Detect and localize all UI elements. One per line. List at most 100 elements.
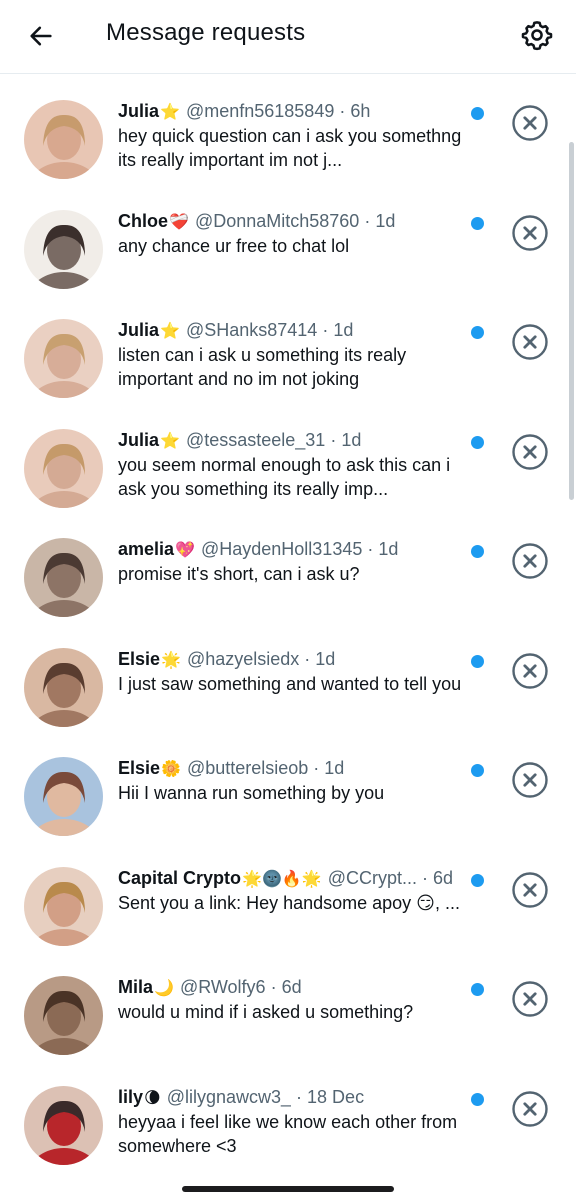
- dismiss-request-button[interactable]: [511, 433, 549, 471]
- separator-dot: ·: [367, 539, 374, 559]
- close-circle-icon: [512, 871, 548, 908]
- unread-indicator: [471, 983, 484, 996]
- close-circle-icon: [512, 1090, 548, 1127]
- name-emoji: ⭐: [160, 321, 180, 340]
- unread-indicator: [471, 873, 484, 887]
- close-circle-icon: [512, 214, 548, 251]
- dismiss-request-button[interactable]: [511, 980, 549, 1018]
- sender-name: amelia: [118, 539, 175, 559]
- sender-name: Mila: [118, 977, 154, 997]
- message-request-item[interactable]: lily 🌘 @lilygnawcw3_ · 18 Dec heyyaa i feel l…: [0, 1061, 576, 1171]
- dismiss-request-button[interactable]: [511, 104, 549, 142]
- message-request-item[interactable]: Julia ⭐ @menfn56185849 · 6h hey quick questio…: [0, 75, 576, 185]
- back-button[interactable]: [22, 17, 60, 55]
- sender-name: Chloe: [118, 210, 169, 231]
- separator-dot: ·: [270, 977, 277, 997]
- avatar[interactable]: [24, 647, 103, 727]
- sender-handle: @butterelsieob: [186, 758, 309, 778]
- message-request-item[interactable]: Julia ⭐ @tessasteele_31 · 1d you seem normal …: [0, 404, 576, 514]
- scrollbar[interactable]: [569, 142, 574, 500]
- avatar[interactable]: [24, 757, 103, 836]
- settings-button[interactable]: [516, 14, 558, 56]
- dismiss-request-button[interactable]: [511, 1090, 549, 1128]
- sender-handle: @tessasteele_31: [185, 429, 326, 450]
- separator-dot: ·: [330, 429, 337, 450]
- timestamp: 1d: [375, 210, 396, 231]
- avatar[interactable]: [24, 100, 103, 179]
- separator-dot: ·: [296, 1086, 303, 1107]
- name-emoji: 🌙: [154, 978, 174, 997]
- unread-indicator: [471, 326, 484, 339]
- name-emoji: 🌟🌚🔥🌟: [242, 868, 322, 888]
- dismiss-request-button[interactable]: [511, 652, 549, 690]
- sender-name: Julia: [118, 101, 160, 121]
- page-title: Message requests: [106, 19, 306, 46]
- avatar[interactable]: [24, 866, 103, 946]
- message-preview: Sent you a link: Hey handsome apoy 😏, ..…: [118, 892, 460, 913]
- sender-handle: @SHanks87414: [185, 320, 318, 340]
- name-emoji: ⭐: [160, 102, 180, 121]
- close-circle-icon: [512, 433, 548, 470]
- message-preview: would u mind if i asked u something?: [118, 1002, 414, 1022]
- sender-name: Julia: [118, 429, 160, 450]
- avatar[interactable]: [24, 1085, 103, 1165]
- dismiss-request-button[interactable]: [511, 214, 549, 252]
- sender-name: Elsie: [118, 648, 161, 669]
- unread-indicator: [471, 216, 484, 230]
- close-circle-icon: [512, 543, 548, 579]
- timestamp: 1d: [341, 429, 362, 450]
- home-indicator[interactable]: [182, 1186, 394, 1192]
- message-preview: heyyaa i feel like we know each other fr…: [118, 1111, 458, 1156]
- timestamp: 6d: [281, 977, 302, 997]
- unread-indicator: [471, 107, 484, 120]
- name-emoji: 🌘: [144, 1087, 161, 1107]
- avatar[interactable]: [24, 319, 103, 398]
- message-request-item[interactable]: Julia ⭐ @SHanks87414 · 1d listen can i ask u …: [0, 294, 576, 404]
- avatar[interactable]: [24, 209, 103, 289]
- timestamp: 1d: [378, 539, 399, 559]
- unread-indicator: [471, 764, 484, 777]
- message-preview: you seem normal enough to ask this can i…: [118, 454, 451, 499]
- sender-name: Julia: [118, 320, 160, 340]
- avatar[interactable]: [24, 976, 103, 1055]
- close-circle-icon: [512, 762, 548, 798]
- avatar[interactable]: [24, 428, 103, 508]
- sender-handle: @lilygnawcw3_: [166, 1086, 292, 1107]
- close-circle-icon: [512, 981, 548, 1017]
- name-emoji: ❤️‍🩹: [169, 211, 189, 231]
- dismiss-request-button[interactable]: [511, 761, 549, 799]
- message-request-item[interactable]: Chloe ❤️‍🩹 @DonnaMitch58760 · 1d any chance u…: [0, 185, 576, 295]
- sender-name: Elsie: [118, 758, 161, 778]
- arrow-left-icon: [30, 26, 52, 46]
- avatar[interactable]: [24, 538, 103, 617]
- gear-icon: [521, 21, 553, 51]
- dismiss-request-button[interactable]: [511, 542, 549, 580]
- separator-dot: ·: [339, 101, 346, 121]
- message-request-item[interactable]: Elsie 🌟 @hazyelsiedx · 1d I just saw somethin…: [0, 623, 576, 733]
- message-request-list: Julia ⭐ @menfn56185849 · 6h hey quick questio…: [0, 75, 576, 1170]
- unread-indicator: [471, 654, 484, 668]
- separator-dot: ·: [364, 210, 371, 231]
- dismiss-request-button[interactable]: [511, 323, 549, 361]
- unread-indicator: [471, 1092, 484, 1106]
- timestamp: 1d: [315, 648, 336, 669]
- message-preview: hey quick question can i ask you somethn…: [118, 126, 462, 170]
- message-request-item[interactable]: Capital Crypto 🌟🌚🔥🌟 @CCrypt... · 6d Sent you …: [0, 842, 576, 952]
- message-preview: Hii I wanna run something by you: [118, 783, 385, 803]
- close-circle-icon: [512, 324, 548, 360]
- message-preview: promise it's short, can i ask u?: [118, 564, 360, 584]
- sender-handle: @RWolfy6: [179, 977, 266, 997]
- timestamp: 6h: [350, 101, 371, 121]
- message-request-item[interactable]: amelia 💖 @HaydenHoll31345 · 1d promise it's s…: [0, 513, 576, 623]
- message-preview: I just saw something and wanted to tell …: [118, 673, 462, 694]
- timestamp: 1d: [324, 758, 345, 778]
- top-bar: Message requests: [0, 0, 576, 74]
- dismiss-request-button[interactable]: [511, 871, 549, 909]
- name-emoji: ⭐: [160, 430, 180, 450]
- timestamp: 18 Dec: [307, 1086, 365, 1107]
- sender-name: Capital Crypto: [118, 867, 242, 888]
- message-request-item[interactable]: Elsie 🌼 @butterelsieob · 1d Hii I wanna run s…: [0, 732, 576, 842]
- timestamp: 6d: [432, 867, 454, 888]
- message-request-item[interactable]: Mila 🌙 @RWolfy6 · 6d would u mind if i asked …: [0, 951, 576, 1061]
- sender-handle: @CCrypt...: [327, 867, 417, 888]
